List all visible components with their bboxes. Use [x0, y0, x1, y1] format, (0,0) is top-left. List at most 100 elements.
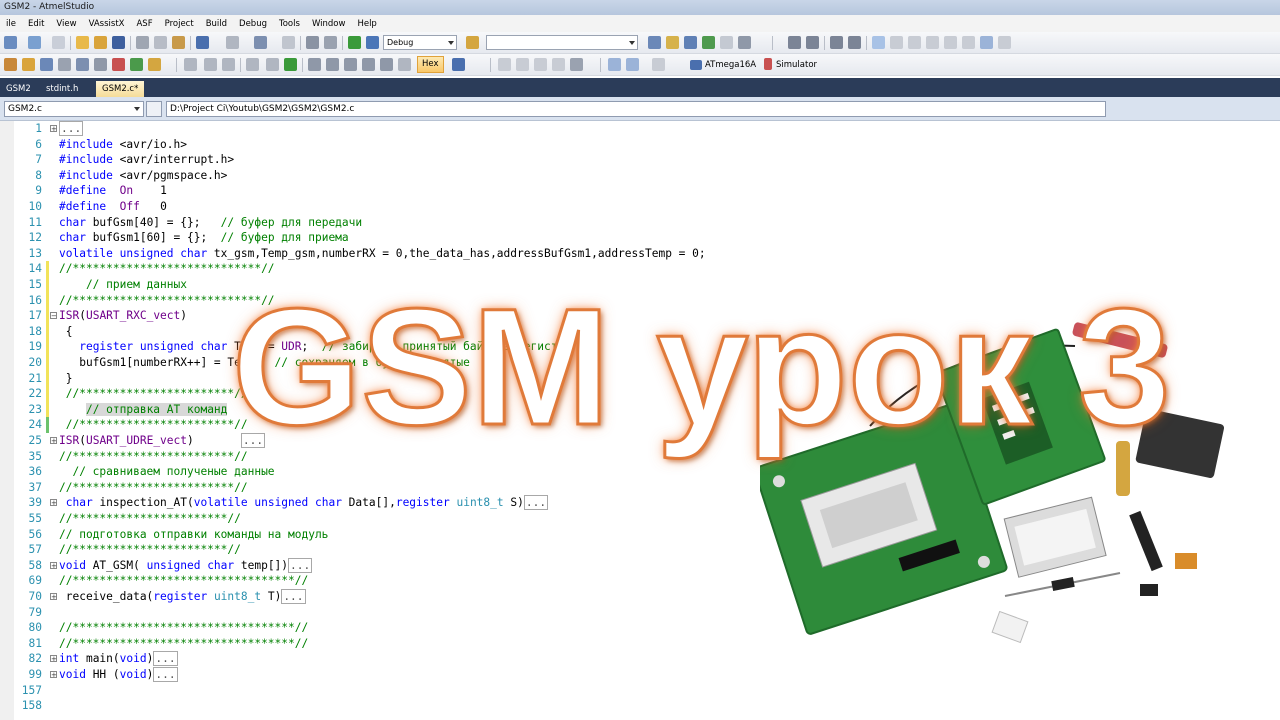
code-line[interactable]: 158 [0, 698, 1280, 714]
menu-edit[interactable]: Edit [22, 19, 50, 29]
layout-4-icon[interactable] [552, 58, 565, 71]
folder-icon[interactable] [22, 58, 35, 71]
chip-icon[interactable] [58, 58, 71, 71]
layout-1-icon[interactable] [498, 58, 511, 71]
uncomment-icon[interactable] [848, 36, 861, 49]
menu-view[interactable]: View [50, 19, 82, 29]
menu-tools[interactable]: Tools [273, 19, 306, 29]
path-combo[interactable]: D:\Project Ci\Youtub\GSM2\GSM2\GSM2.c [166, 101, 1106, 117]
menu-help[interactable]: Help [351, 19, 382, 29]
menu-debug[interactable]: Debug [233, 19, 273, 29]
device-programming-icon[interactable] [40, 58, 53, 71]
step-over-icon[interactable] [308, 58, 321, 71]
continue-icon[interactable] [284, 58, 297, 71]
collapse-outline-icon[interactable]: − [50, 312, 57, 320]
menu-asf[interactable]: ASF [130, 19, 158, 29]
expand-outline-icon[interactable]: + [50, 655, 57, 663]
code-line[interactable]: 9 #define On 1 [0, 183, 1280, 199]
program-icon[interactable] [4, 58, 17, 71]
cut-icon[interactable] [136, 36, 149, 49]
watch-view-icon[interactable] [626, 58, 639, 71]
code-line[interactable]: 157 [0, 683, 1280, 699]
expand-outline-icon[interactable]: + [50, 125, 57, 133]
indent-icon[interactable] [788, 36, 801, 49]
rebuild-icon[interactable] [324, 36, 337, 49]
stop-debugging-icon[interactable] [204, 58, 217, 71]
code-line[interactable]: 8 #include <avr/pgmspace.h> [0, 168, 1280, 184]
expand-outline-icon[interactable]: + [50, 499, 57, 507]
expand-outline-icon[interactable]: + [50, 561, 57, 569]
memory-icon[interactable] [94, 58, 107, 71]
hex-toggle-button[interactable]: Hex [417, 56, 444, 73]
io-view-icon[interactable] [76, 58, 89, 71]
watch-icon[interactable] [148, 58, 161, 71]
split-icon[interactable] [146, 101, 162, 117]
build-icon[interactable] [306, 36, 319, 49]
layout-icon[interactable] [52, 36, 65, 49]
outdent-icon[interactable] [806, 36, 819, 49]
disassembly-icon[interactable] [380, 58, 393, 71]
code-editor[interactable]: 1 +... 6 #include <avr/io.h> 7 #include <avr/… [0, 121, 1280, 720]
code-line[interactable]: 13 volatile unsigned char tx_gsm,Temp_gsm… [0, 246, 1280, 262]
save-icon[interactable] [112, 36, 125, 49]
expand-outline-icon[interactable]: + [50, 437, 57, 445]
layout-3-icon[interactable] [534, 58, 547, 71]
break-all-icon[interactable] [184, 58, 197, 71]
menu-vassistx[interactable]: VAssistX [83, 19, 131, 29]
reset-icon[interactable] [362, 58, 375, 71]
menu-build[interactable]: Build [200, 19, 233, 29]
run-to-cursor-icon[interactable] [344, 58, 357, 71]
open-folder-icon[interactable] [76, 36, 89, 49]
run-icon[interactable] [130, 58, 143, 71]
tab-gsm2-c[interactable]: GSM2.c* [96, 81, 145, 97]
extension-manager-icon[interactable] [738, 36, 751, 49]
step-into-icon[interactable] [266, 58, 279, 71]
paste-icon[interactable] [172, 36, 185, 49]
redo-icon[interactable] [226, 36, 239, 49]
navigate-icon[interactable] [254, 36, 267, 49]
tab-gsm2[interactable]: GSM2 [0, 81, 37, 97]
prev-bookmark-icon[interactable] [890, 36, 903, 49]
menu-project[interactable]: Project [159, 19, 200, 29]
registers-icon[interactable] [398, 58, 411, 71]
code-line[interactable]: 10 #define Off 0 [0, 199, 1280, 215]
object-browser-icon[interactable] [684, 36, 697, 49]
bookmark-icon[interactable] [282, 36, 295, 49]
code-line[interactable]: 11 char bufGsm[40] = {}; // буфер для пер… [0, 215, 1280, 231]
menu-window[interactable]: Window [306, 19, 352, 29]
prev-bookmark-folder-icon[interactable] [926, 36, 939, 49]
layout-5-icon[interactable] [570, 58, 583, 71]
tool-settings-icon[interactable] [652, 58, 665, 71]
add-item-icon[interactable] [28, 36, 41, 49]
start-page-icon[interactable] [720, 36, 733, 49]
expand-outline-icon[interactable]: + [50, 593, 57, 601]
tool-label[interactable]: Simulator [776, 58, 817, 72]
layout-2-icon[interactable] [516, 58, 529, 71]
file-combo[interactable]: GSM2.c [4, 101, 144, 117]
comment-icon[interactable] [830, 36, 843, 49]
restart-icon[interactable] [222, 58, 235, 71]
next-bookmark-icon[interactable] [908, 36, 921, 49]
code-line[interactable]: 7 #include <avr/interrupt.h> [0, 152, 1280, 168]
properties-icon[interactable] [666, 36, 679, 49]
solution-config-select[interactable]: Debug [383, 35, 457, 50]
solution-explorer-icon[interactable] [648, 36, 661, 49]
breakpoint-icon[interactable] [112, 58, 125, 71]
undo-icon[interactable] [196, 36, 209, 49]
code-line[interactable]: 1 +... [0, 121, 1280, 137]
start-debug-icon[interactable] [348, 36, 361, 49]
start-without-debug-icon[interactable] [366, 36, 379, 49]
toolbox-icon[interactable] [702, 36, 715, 49]
next-bookmark-folder-icon[interactable] [944, 36, 957, 49]
step-out-icon[interactable] [326, 58, 339, 71]
device-label[interactable]: ATmega16A [705, 58, 756, 72]
find-combo[interactable] [486, 35, 638, 50]
tab-stdint-h[interactable]: stdint.h [40, 81, 84, 97]
next-bookmark-doc-icon[interactable] [980, 36, 993, 49]
copy-icon[interactable] [154, 36, 167, 49]
code-line[interactable]: 99 + void HH (void)... [0, 667, 1280, 683]
find-in-files-icon[interactable] [466, 36, 479, 49]
clear-bookmarks-icon[interactable] [998, 36, 1011, 49]
memory-view-icon[interactable] [608, 58, 621, 71]
prev-bookmark-doc-icon[interactable] [962, 36, 975, 49]
